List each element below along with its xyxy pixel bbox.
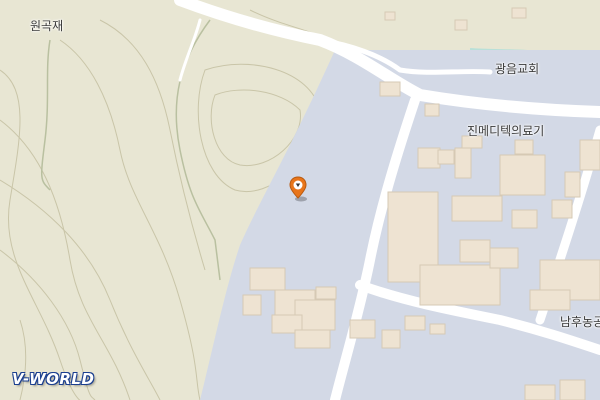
place-label-jinmedi: 진메디텍의료기 xyxy=(467,124,545,138)
place-label-gwangeum-church: 광음교회 xyxy=(495,62,540,76)
logo-text: V-WORLD xyxy=(12,370,95,388)
place-label-wongokjae: 원곡재 xyxy=(30,19,64,33)
vworld-logo: V-WORLD xyxy=(12,369,95,388)
map-canvas[interactable]: 원곡재 광음교회 진메디텍의료기 남후농공 V-WORLD xyxy=(0,0,600,400)
place-label-namhu: 남후농공 xyxy=(560,315,600,329)
location-pin-icon[interactable] xyxy=(288,175,310,203)
